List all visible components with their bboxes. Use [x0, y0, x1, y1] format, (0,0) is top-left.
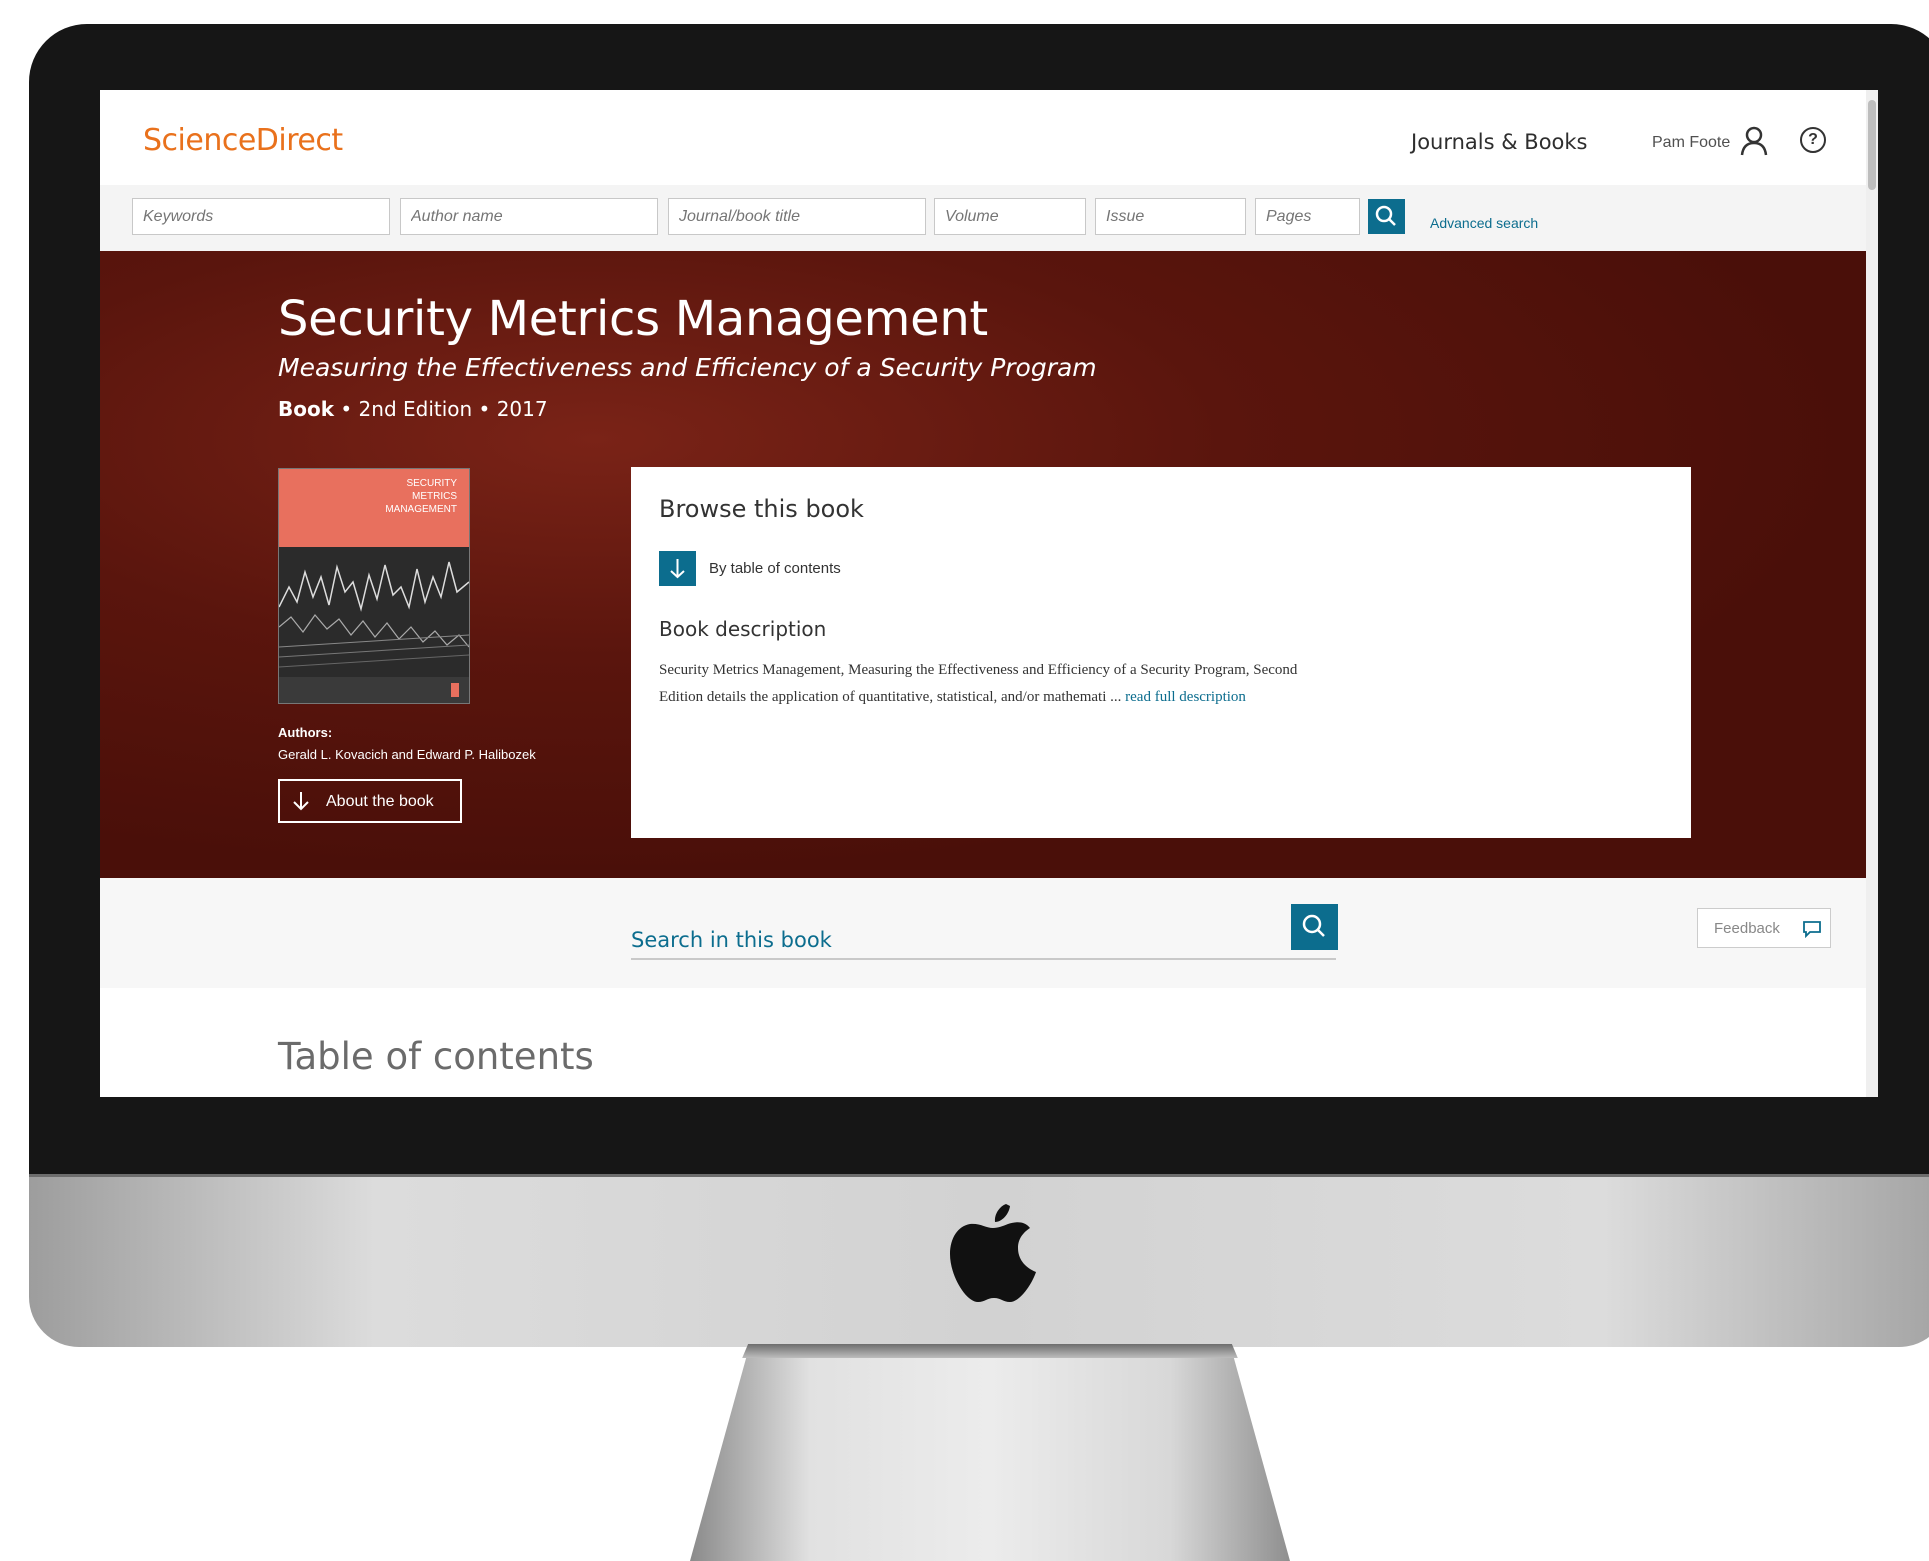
arrow-down-icon [670, 559, 685, 579]
author-name-input[interactable] [400, 198, 658, 235]
about-the-book-label: About the book [326, 793, 434, 810]
browse-panel: Browse this book By table of contents Bo… [631, 467, 1691, 838]
table-of-contents-heading: Table of contents [278, 1035, 594, 1078]
cover-chart-graphic [279, 547, 469, 677]
arrow-down-icon [293, 792, 309, 811]
stand-shadow [742, 1344, 1238, 1358]
user-icon[interactable] [1740, 126, 1768, 156]
book-cover-image[interactable]: SECURITY METRICS MANAGEMENT [278, 468, 470, 704]
search-in-book-underline [631, 958, 1336, 960]
cover-author-band [279, 677, 469, 703]
journal-book-title-input[interactable] [668, 198, 926, 235]
search-in-book-button[interactable] [1291, 904, 1338, 950]
search-button[interactable] [1368, 199, 1405, 234]
by-table-of-contents-link[interactable]: By table of contents [709, 560, 841, 577]
issue-input[interactable] [1095, 198, 1246, 235]
pages-input[interactable] [1255, 198, 1360, 235]
read-full-description-link[interactable]: read full description [1125, 689, 1246, 705]
journals-books-link[interactable]: Journals & Books [1411, 130, 1588, 154]
quick-search-bar: Advanced search [100, 185, 1878, 251]
sciencedirect-logo[interactable]: ScienceDirect [143, 123, 343, 158]
volume-input[interactable] [934, 198, 1086, 235]
user-name-link[interactable]: Pam Foote [1652, 134, 1730, 152]
cover-title-band: SECURITY METRICS MANAGEMENT [279, 469, 469, 547]
browse-title: Browse this book [659, 495, 864, 523]
scrollbar-thumb[interactable] [1868, 100, 1876, 190]
book-description-title: Book description [659, 617, 827, 641]
toc-jump-button[interactable] [659, 551, 696, 586]
book-hero: Security Metrics Management Measuring th… [100, 251, 1866, 878]
about-the-book-button[interactable]: About the book [278, 779, 462, 823]
monitor-stand [690, 1344, 1290, 1561]
page-scrollbar[interactable] [1866, 90, 1878, 1097]
book-title: Security Metrics Management [278, 291, 988, 347]
book-description-text: Security Metrics Management, Measuring t… [659, 657, 1309, 711]
cover-title-line: MANAGEMENT [385, 504, 457, 515]
feedback-label: Feedback [1714, 920, 1780, 937]
search-in-book-input[interactable]: Search in this book [631, 928, 832, 952]
cover-title: SECURITY METRICS MANAGEMENT [385, 477, 457, 516]
feedback-button[interactable]: Feedback [1697, 908, 1831, 948]
search-icon [1375, 205, 1396, 226]
authors-label: Authors: [278, 725, 333, 740]
search-icon [1302, 914, 1325, 937]
apple-logo-icon [950, 1204, 1036, 1302]
advanced-search-link[interactable]: Advanced search [1430, 215, 1538, 231]
cover-publisher-mark [451, 683, 459, 697]
help-icon[interactable]: ? [1800, 127, 1826, 153]
authors-names[interactable]: Gerald L. Kovacich and Edward P. Haliboz… [278, 747, 536, 762]
book-subtitle: Measuring the Effectiveness and Efficien… [278, 353, 1097, 382]
cover-title-line: SECURITY [406, 478, 457, 489]
book-edition-year: • 2nd Edition • 2017 [334, 397, 548, 421]
book-type: Book [278, 397, 335, 421]
browser-screen: ScienceDirect Journals & Books Pam Foote… [100, 90, 1878, 1097]
keywords-input[interactable] [132, 198, 390, 235]
cover-title-line: METRICS [412, 491, 457, 502]
site-header: ScienceDirect Journals & Books Pam Foote… [100, 90, 1878, 185]
chat-bubble-icon [1803, 921, 1821, 938]
book-meta: Book • 2nd Edition • 2017 [278, 397, 548, 421]
search-in-book-band [100, 878, 1866, 988]
